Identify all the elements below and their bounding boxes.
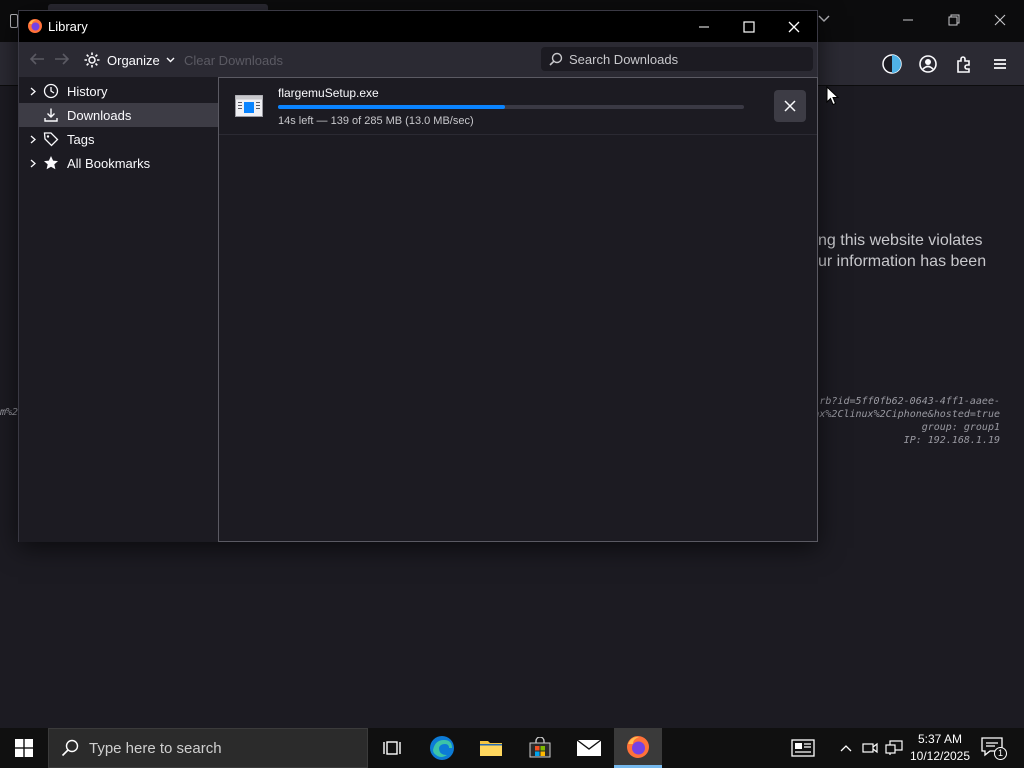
info-text-line: rb?id=5ff0fb62-0643-4ff1-aaee-: [819, 396, 1000, 407]
minimize-button[interactable]: [681, 14, 727, 40]
edge-app-button[interactable]: [418, 728, 466, 768]
organize-label: Organize: [107, 52, 160, 68]
store-bag-icon: [529, 737, 551, 758]
info-text-line: IP: 192.168.1.19: [903, 435, 1000, 446]
extensions-icon[interactable]: [952, 52, 976, 76]
sidebar-item-label: All Bookmarks: [67, 155, 151, 171]
sidebar-item-history[interactable]: History: [19, 79, 218, 103]
browser-minimize-button[interactable]: [897, 10, 919, 32]
firefox-logo-icon: [27, 18, 43, 34]
download-progress-fill: [278, 105, 506, 109]
taskbar-search-box[interactable]: Type here to search: [48, 728, 368, 768]
download-item[interactable]: flargemuSetup.exe 14s left — 139 of 285 …: [219, 78, 817, 135]
expand-chevron-icon[interactable]: [27, 87, 39, 96]
warning-text-line: ng this website violates: [818, 232, 983, 249]
forward-arrow-icon[interactable]: [52, 50, 72, 68]
back-arrow-icon[interactable]: [27, 50, 47, 68]
edge-icon: [430, 736, 454, 760]
search-icon: [61, 739, 79, 757]
taskbar-search-placeholder: Type here to search: [89, 739, 222, 757]
warning-text-line: ur information has been: [818, 253, 987, 270]
info-text-line: group: group1: [921, 422, 1000, 433]
sidebar-item-tags[interactable]: Tags: [19, 127, 218, 151]
sidebar-item-label: History: [67, 83, 108, 99]
clock-time: 5:37 AM: [917, 732, 963, 746]
download-filename: flargemuSetup.exe: [278, 86, 379, 100]
search-downloads-field[interactable]: [541, 47, 813, 71]
sidebar-item-all-bookmarks[interactable]: All Bookmarks: [19, 151, 218, 175]
clock-date: 10/12/2025: [909, 749, 971, 763]
close-button[interactable]: [771, 14, 817, 40]
microsoft-store-app-button[interactable]: [516, 728, 564, 768]
clock-icon: [43, 83, 59, 99]
maximize-button[interactable]: [726, 14, 772, 40]
search-icon: [549, 52, 563, 66]
network-icon[interactable]: [884, 738, 904, 758]
expand-chevron-icon[interactable]: [27, 135, 39, 144]
mouse-cursor-icon: [826, 85, 840, 106]
notification-count-badge: 1: [994, 747, 1007, 760]
menu-hamburger-icon[interactable]: [988, 52, 1012, 76]
sidebar-item-downloads[interactable]: Downloads: [19, 103, 218, 127]
expand-chevron-icon[interactable]: [27, 159, 39, 168]
file-explorer-app-button[interactable]: [467, 728, 515, 768]
star-icon: [43, 155, 59, 171]
start-button[interactable]: [0, 728, 48, 768]
system-clock[interactable]: 5:37 AM 10/12/2025: [904, 731, 976, 765]
gear-icon: [83, 51, 101, 69]
tab-overview-icon[interactable]: [10, 14, 18, 28]
executable-file-icon: [235, 95, 263, 117]
mail-app-button[interactable]: [565, 728, 613, 768]
tab-list-chevron-icon[interactable]: [818, 12, 830, 26]
info-text-fragment: m%2: [0, 407, 19, 418]
mail-envelope-icon: [576, 739, 602, 756]
window-title: Library: [48, 19, 88, 34]
chevron-down-icon: [166, 57, 175, 63]
organize-button[interactable]: Organize: [83, 49, 175, 71]
firefox-icon: [627, 735, 649, 758]
news-widget-icon[interactable]: [790, 738, 816, 758]
browser-close-button[interactable]: [989, 10, 1011, 32]
download-status: 14s left — 139 of 285 MB (13.0 MB/sec): [278, 115, 474, 127]
library-titlebar[interactable]: Library: [19, 11, 817, 42]
close-icon: [784, 100, 796, 112]
library-window: Library Organize Clear Downloads Search …: [18, 10, 818, 542]
show-hidden-icons-chevron-icon[interactable]: [836, 738, 856, 758]
windows-taskbar: Type here to search 5:37 AM 10/12/2025 1: [0, 728, 1024, 768]
meet-now-icon[interactable]: [860, 738, 880, 758]
clear-downloads-button[interactable]: Clear Downloads: [184, 53, 283, 68]
download-progress-bar: [278, 105, 744, 109]
browser-restore-button[interactable]: [943, 10, 965, 32]
search-downloads-input[interactable]: [569, 51, 799, 67]
download-icon: [43, 107, 59, 123]
info-text-line: ax%2Clinux%2Ciphone&hosted=true: [813, 409, 1000, 420]
windows-logo-icon: [15, 739, 33, 757]
cancel-download-button[interactable]: [774, 90, 806, 122]
task-view-icon: [383, 741, 401, 755]
library-sidebar: History Downloads Tags All Bookmarks: [19, 77, 218, 542]
folder-icon: [480, 741, 502, 756]
sidebar-item-label: Tags: [67, 131, 95, 147]
privacy-contrast-icon[interactable]: [880, 52, 904, 76]
sidebar-item-label: Downloads: [67, 107, 132, 123]
task-view-button[interactable]: [368, 728, 416, 768]
downloads-list: flargemuSetup.exe 14s left — 139 of 285 …: [218, 77, 818, 542]
account-icon[interactable]: [916, 52, 940, 76]
tag-icon: [43, 131, 59, 147]
firefox-app-button[interactable]: [614, 728, 662, 768]
